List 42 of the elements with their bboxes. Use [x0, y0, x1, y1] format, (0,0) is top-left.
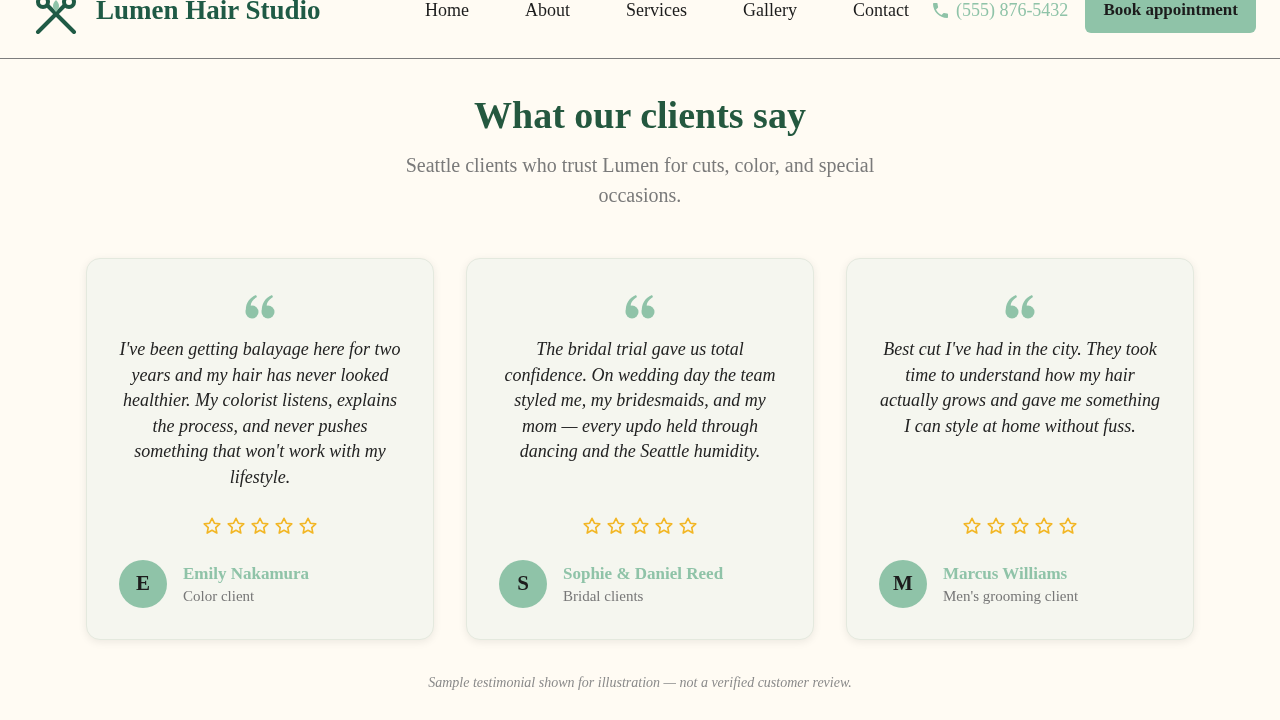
- star-icon: [1035, 517, 1053, 535]
- client-name: Sophie & Daniel Reed: [563, 562, 724, 585]
- client-role: Bridal clients: [563, 586, 645, 606]
- client-name: Emily Nakamura: [183, 562, 310, 585]
- star-icon: [227, 517, 245, 535]
- phone-icon: [932, 3, 948, 18]
- testimonial-quote: I've been getting balayage here for two years and my hair has never looked healthier. My colorist listens, explains the process, and never pushes something that won't work with my lifestyle.: [119, 338, 401, 489]
- brand-name: Lumen Hair Studio: [96, 0, 321, 24]
- star-icon: [1011, 517, 1029, 535]
- book-appointment-button[interactable]: Book appointment: [1085, 0, 1256, 33]
- star-icon: [299, 517, 317, 535]
- nav-link[interactable]: Services: [625, 0, 687, 20]
- star-icon: [251, 517, 269, 535]
- star-icon: [655, 517, 673, 535]
- nav-link[interactable]: Home: [424, 0, 469, 20]
- client-role: Men's grooming client: [943, 586, 1079, 606]
- nav-link[interactable]: Gallery: [742, 0, 797, 20]
- star-icon: [607, 517, 625, 535]
- star-icon: [679, 517, 697, 535]
- section-title: What our clients say: [474, 93, 806, 137]
- avatar-initial: M: [879, 560, 927, 608]
- avatar-initial: E: [119, 560, 167, 608]
- disclaimer-text: Sample testimonial shown for illustration — not a verified customer review.: [428, 674, 852, 692]
- testimonial-quote: Best cut I've had in the city. They took time to understand how my hair actually grows and gave me something I can style at home without fuss.: [879, 338, 1161, 438]
- quote-icon: [1005, 295, 1035, 319]
- quote-icon: [245, 295, 275, 319]
- avatar-initial: S: [499, 560, 547, 608]
- client-role: Color client: [183, 586, 256, 606]
- scissors-icon: [34, 0, 78, 34]
- star-icon: [1059, 517, 1077, 535]
- nav-link[interactable]: About: [524, 0, 570, 20]
- star-icon: [583, 517, 601, 535]
- quote-icon: [625, 295, 655, 319]
- client-name: Marcus Williams: [943, 562, 1069, 585]
- star-icon: [203, 517, 221, 535]
- star-icon: [987, 517, 1005, 535]
- star-icon: [275, 517, 293, 535]
- section-subtitle: Seattle clients who trust Lumen for cuts, color, and special occasions.: [404, 153, 876, 208]
- star-icon: [963, 517, 981, 535]
- testimonial-quote: The bridal trial gave us total confidence. On wedding day the team styled me, my bridesmaids, and my mom — every updo held through dancing and the Seattle humidity.: [503, 338, 777, 463]
- star-icon: [631, 517, 649, 535]
- nav-link[interactable]: Contact: [852, 0, 909, 20]
